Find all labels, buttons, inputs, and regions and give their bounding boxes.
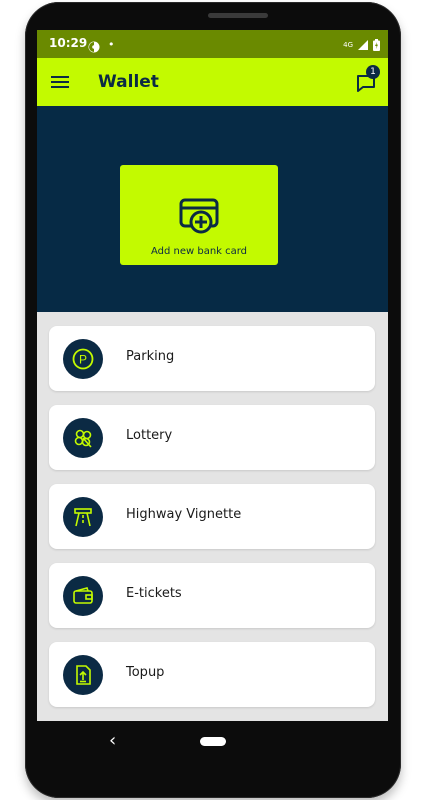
notification-badge: 1 [366,65,380,79]
network-type: 4G [343,41,353,49]
screen: 10:29 • 4G Wallet 1 Add new bank card P … [37,30,388,721]
svg-text:P: P [79,353,87,367]
hero-section: Add new bank card [37,106,388,312]
status-bar: 10:29 • 4G [37,30,388,58]
list-item-lottery[interactable]: Lottery [49,405,375,470]
list-item-label: Topup [126,665,165,680]
list-item-label: Parking [126,349,175,364]
menu-icon[interactable] [49,71,71,93]
list-item-e-tickets[interactable]: E-tickets [49,563,375,628]
list-item-topup[interactable]: Topup [49,642,375,707]
back-button[interactable]: ‹ [109,730,116,751]
add-bank-card-button[interactable]: Add new bank card [120,165,278,265]
phone-speaker [208,13,268,18]
topup-icon [63,655,103,695]
status-time: 10:29 [49,36,88,50]
parking-icon: P [63,339,103,379]
wallet-icon [63,576,103,616]
system-nav-bar: ‹ [25,721,401,763]
highway-icon [63,497,103,537]
app-bar: Wallet 1 [37,58,388,106]
app-notification-icon [88,38,100,53]
add-card-label: Add new bank card [150,246,248,257]
signal-icon [357,36,369,55]
list-item-label: Highway Vignette [126,507,242,522]
add-card-icon [178,195,220,237]
status-dot: • [108,38,115,51]
list-item-highway-vignette[interactable]: Highway Vignette [49,484,375,549]
home-button[interactable] [200,737,226,746]
list-item-parking[interactable]: P Parking [49,326,375,391]
battery-icon [373,36,380,55]
list-item-label: E-tickets [126,586,182,601]
list-item-label: Lottery [126,428,173,443]
page-title: Wallet [98,72,159,92]
clover-icon [63,418,103,458]
